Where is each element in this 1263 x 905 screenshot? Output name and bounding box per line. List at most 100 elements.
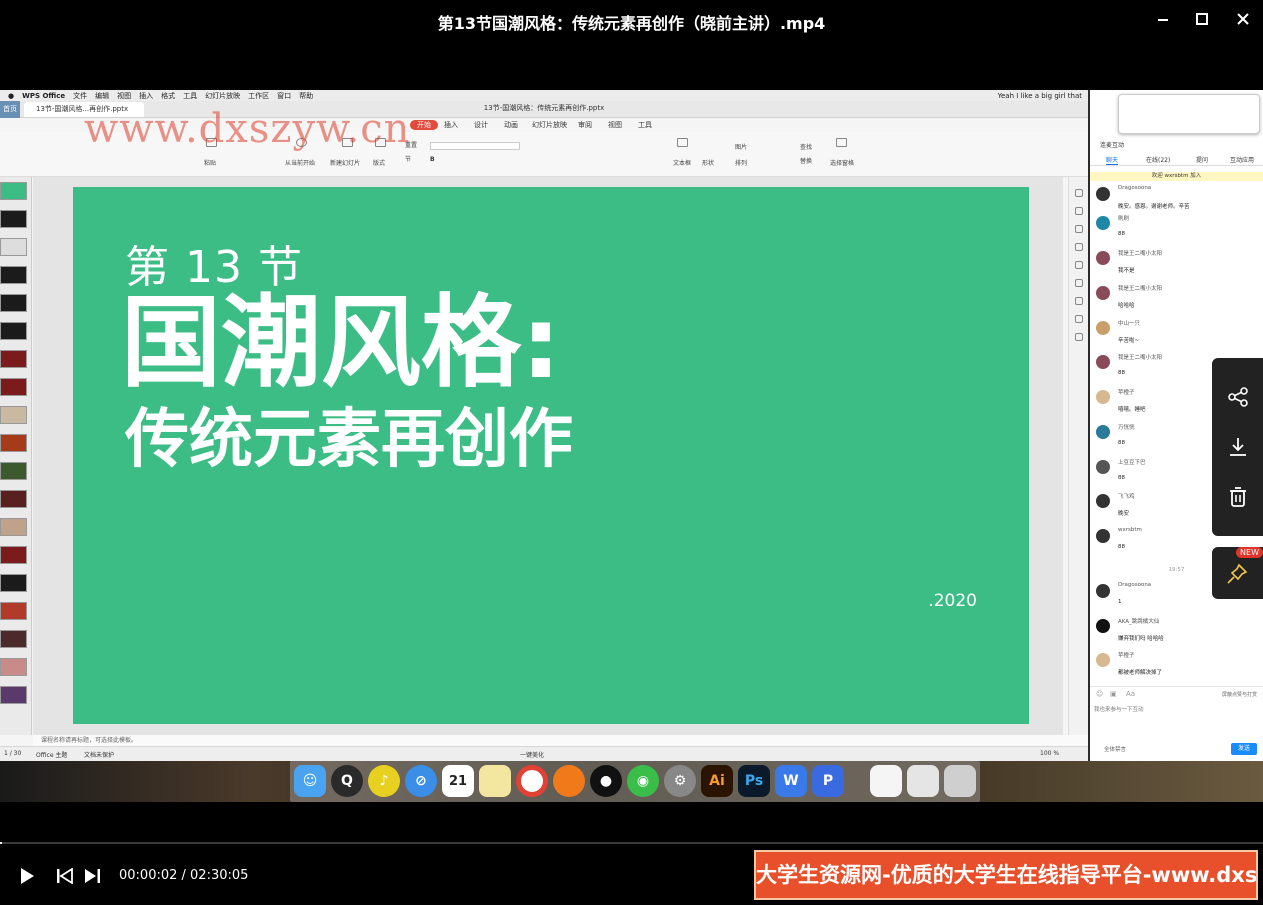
tab-slideshow[interactable]: 幻灯片放映 — [532, 120, 567, 130]
tab-chat[interactable]: 聊天 — [1106, 155, 1119, 165]
menu-item[interactable]: 文件 — [73, 91, 87, 101]
tab-insert[interactable]: 插入 — [444, 120, 458, 130]
video-frame[interactable]: ● WPS Office 文件 编辑 视图 插入 格式 工具 幻灯片放映 工作区… — [0, 90, 1263, 802]
slide-thumbnail[interactable] — [0, 266, 27, 284]
shield-checkbox[interactable]: 屏蔽点赞与打赏 — [1222, 691, 1257, 698]
lock-icon[interactable] — [1075, 225, 1083, 233]
tab-tools[interactable]: 工具 — [638, 120, 652, 130]
beautify-button[interactable]: 一键美化 — [520, 750, 544, 759]
download-button[interactable] — [1225, 434, 1251, 460]
minimize-button[interactable] — [1150, 8, 1176, 30]
quicktime-icon[interactable]: Q — [331, 765, 363, 797]
progress-bar[interactable] — [0, 842, 1263, 844]
wechat-icon[interactable]: ◉ — [627, 765, 659, 797]
send-button[interactable]: 发送 — [1231, 743, 1257, 755]
menu-item[interactable]: 视图 — [117, 91, 131, 101]
font-icon[interactable]: Aa — [1126, 690, 1135, 698]
slide-thumbnail[interactable] — [0, 434, 27, 452]
menu-item[interactable]: 格式 — [161, 91, 175, 101]
chat-input[interactable]: 我也来参与一下互动 — [1094, 705, 1144, 713]
current-slide[interactable]: 第 13 节 国潮风格: 传统元素再创作 .2020 — [73, 187, 1029, 724]
menu-item[interactable]: 工具 — [183, 91, 197, 101]
bold-button[interactable]: B — [430, 156, 435, 163]
selection-pane-icon[interactable] — [836, 138, 847, 147]
mute-all-toggle[interactable]: 全体禁言 — [1104, 745, 1126, 753]
section-label[interactable]: 节 — [405, 154, 411, 163]
trash-icon[interactable] — [944, 765, 976, 797]
slide-thumbnail[interactable] — [0, 546, 27, 564]
property-icon[interactable] — [1075, 189, 1083, 197]
close-button[interactable] — [1230, 8, 1256, 30]
notes-icon[interactable] — [479, 765, 511, 797]
delete-button[interactable] — [1225, 484, 1251, 510]
menu-item[interactable]: 工作区 — [248, 91, 269, 101]
share-button[interactable] — [1225, 384, 1251, 410]
maximize-button[interactable] — [1189, 8, 1215, 30]
chrome-icon[interactable] — [516, 765, 548, 797]
finder-icon[interactable]: ☺ — [294, 765, 326, 797]
font-select[interactable] — [430, 142, 520, 150]
history-icon[interactable] — [1075, 315, 1083, 323]
file-icon[interactable] — [907, 765, 939, 797]
pin-button[interactable] — [1226, 563, 1248, 589]
slide-thumbnail[interactable] — [0, 182, 27, 200]
slide-thumbnail[interactable] — [0, 238, 27, 256]
pages-icon[interactable]: P — [812, 765, 844, 797]
apple-icon[interactable]: ● — [8, 92, 14, 100]
star-icon[interactable] — [1075, 279, 1083, 287]
tab-questions[interactable]: 提问 — [1196, 155, 1208, 164]
tab-start[interactable]: 开始 — [410, 120, 438, 130]
tab-apps[interactable]: 互动应用 — [1230, 155, 1254, 164]
emoji-icon[interactable]: ☺ — [1096, 690, 1103, 698]
menu-item[interactable]: WPS Office — [22, 92, 65, 100]
picture-label[interactable]: 图片 — [735, 142, 747, 151]
zoom-level[interactable]: 100 % — [1040, 750, 1059, 757]
menu-item[interactable]: 插入 — [139, 91, 153, 101]
menu-item[interactable]: 窗口 — [277, 91, 291, 101]
qq-icon[interactable]: ● — [590, 765, 622, 797]
image-icon[interactable] — [1075, 333, 1083, 341]
slide-thumbnail[interactable] — [0, 518, 27, 536]
safari-icon[interactable]: ⊘ — [405, 765, 437, 797]
tab-view[interactable]: 视图 — [608, 120, 622, 130]
firefox-icon[interactable] — [553, 765, 585, 797]
preview-icon[interactable] — [870, 765, 902, 797]
illustrator-icon[interactable]: Ai — [701, 765, 733, 797]
slide-thumbnail[interactable] — [0, 210, 27, 228]
slide-thumbnail[interactable] — [0, 378, 27, 396]
tab-review[interactable]: 审阅 — [578, 120, 592, 130]
arrange-label[interactable]: 排列 — [735, 158, 747, 167]
sliders-icon[interactable] — [1075, 297, 1083, 305]
menu-item[interactable]: 编辑 — [95, 91, 109, 101]
previous-button[interactable] — [54, 866, 76, 886]
slide-thumbnail[interactable] — [0, 294, 27, 312]
notes-pane[interactable]: 课程名称请再标题，可选择此模板。 — [33, 735, 1088, 746]
music-icon[interactable]: ♪ — [368, 765, 400, 797]
photoshop-icon[interactable]: Ps — [738, 765, 770, 797]
slide-thumbnail[interactable] — [0, 462, 27, 480]
find-label[interactable]: 查找 — [800, 142, 812, 151]
play-button[interactable] — [16, 866, 38, 886]
slide-thumbnail[interactable] — [0, 490, 27, 508]
slide-thumbnail[interactable] — [0, 602, 27, 620]
teacher-video-thumbnail[interactable] — [1118, 94, 1260, 134]
link-icon[interactable] — [1075, 207, 1083, 215]
slide-thumbnail[interactable] — [0, 658, 27, 676]
ad-banner[interactable]: 大学生资源网-优质的大学生在线指导平台-www.dxszyw.cn — [754, 850, 1258, 900]
tab-design[interactable]: 设计 — [474, 120, 488, 130]
slide-thumbnail[interactable] — [0, 630, 27, 648]
menu-item[interactable]: 帮助 — [299, 91, 313, 101]
slide-thumbnail[interactable] — [0, 686, 27, 704]
wps-icon[interactable]: W — [775, 765, 807, 797]
slide-thumbnail[interactable] — [0, 574, 27, 592]
textbox-icon[interactable] — [677, 138, 688, 147]
replace-label[interactable]: 替换 — [800, 156, 812, 165]
settings-icon[interactable]: ⚙ — [664, 765, 696, 797]
next-button[interactable] — [81, 866, 103, 886]
menu-item[interactable]: 幻灯片放映 — [205, 91, 240, 101]
shape-label[interactable]: 形状 — [702, 158, 714, 167]
layers-icon[interactable] — [1075, 261, 1083, 269]
slide-thumbnail[interactable] — [0, 350, 27, 368]
calendar-icon[interactable]: 21 — [442, 765, 474, 797]
slide-thumbnail[interactable] — [0, 322, 27, 340]
